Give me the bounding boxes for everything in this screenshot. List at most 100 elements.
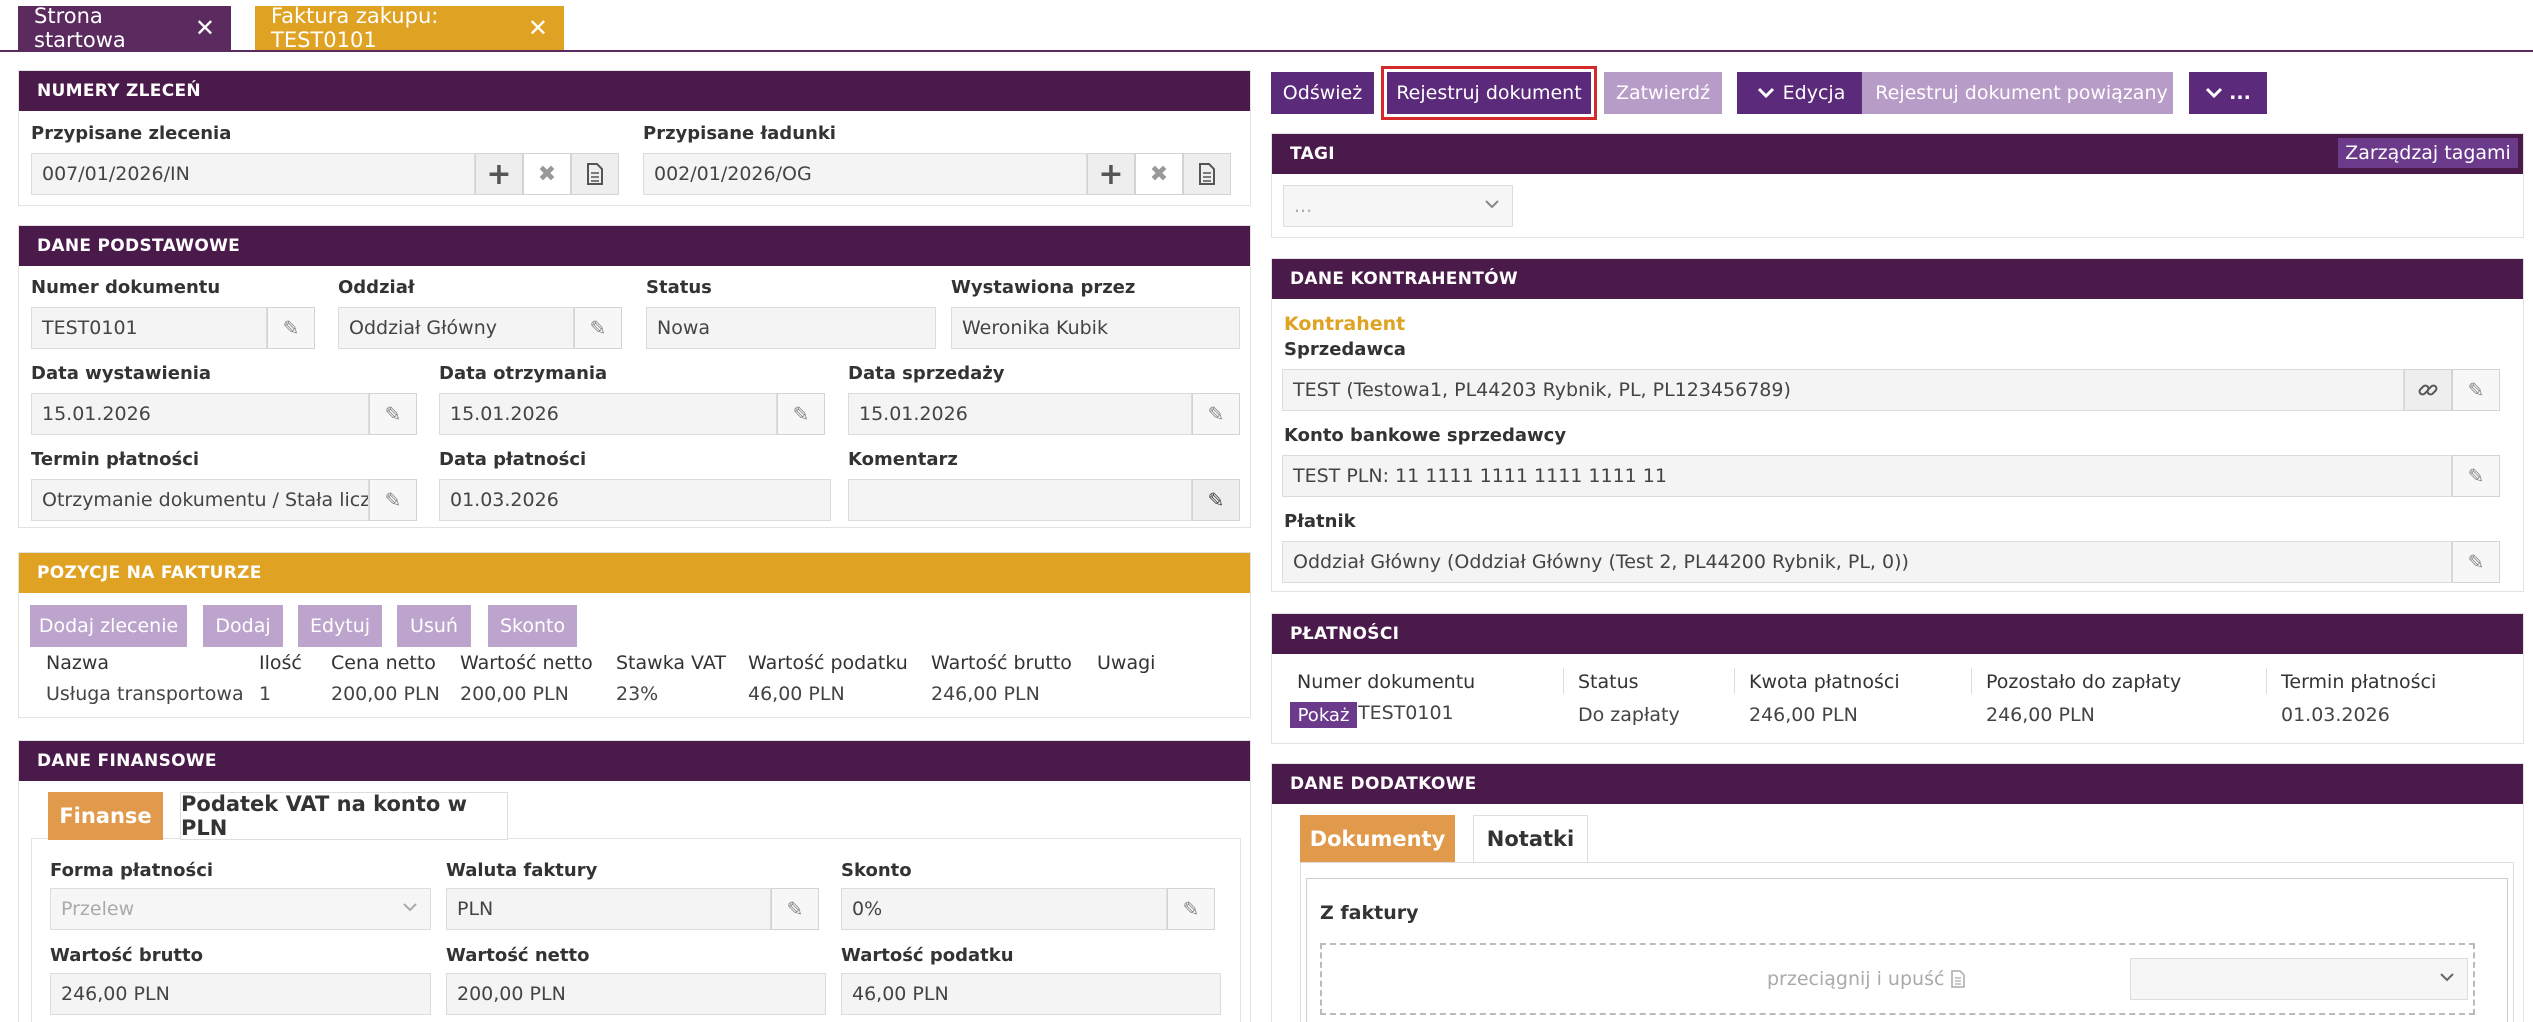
from-invoice-title: Z faktury [1320, 902, 1419, 924]
link-icon[interactable] [2404, 369, 2452, 411]
branch-field[interactable]: Oddział Główny [338, 307, 574, 349]
chevron-down-icon [1757, 87, 1774, 99]
tags-select[interactable]: ... [1283, 185, 1513, 227]
seller-field[interactable]: TEST (Testowa1, PL44203 Rybnik, PL, PL12… [1282, 369, 2404, 411]
payment-form-select[interactable]: Przelew [50, 888, 431, 930]
edit-icon[interactable]: ✎ [771, 888, 819, 930]
issue-date-field[interactable]: 15.01.2026 [31, 393, 369, 435]
receive-date-field[interactable]: 15.01.2026 [439, 393, 777, 435]
edit-icon[interactable]: ✎ [2452, 455, 2500, 497]
currency-field[interactable]: PLN [446, 888, 771, 930]
pay-row-status: Do zapłaty [1578, 704, 1680, 726]
more-menu-button[interactable]: ... [2189, 72, 2267, 114]
col-qty: Ilość [259, 652, 302, 674]
refresh-button[interactable]: Odśwież [1271, 72, 1374, 114]
col-vat-rate: Stawka VAT [616, 652, 726, 674]
payment-term-label: Termin płatności [31, 449, 200, 470]
doc-number-label: Numer dokumentu [31, 277, 221, 298]
table-row-name[interactable]: Usługa transportowa [46, 683, 244, 705]
payer-field[interactable]: Oddział Główny (Oddział Główny (Test 2, … [1282, 541, 2452, 583]
tab-finance[interactable]: Finanse [48, 792, 163, 840]
table-row-net-value: 200,00 PLN [460, 683, 569, 705]
issued-by-field: Weronika Kubik [951, 307, 1240, 349]
pay-row-doc: TEST0101 [1358, 702, 1454, 724]
net-label: Wartość netto [446, 945, 590, 966]
tab-vat[interactable]: Podatek VAT na konto w PLN [180, 792, 508, 840]
assigned-orders-field[interactable]: 007/01/2026/IN [31, 153, 475, 195]
discount-field[interactable]: 0% [841, 888, 1167, 930]
tax-label: Wartość podatku [841, 945, 1014, 966]
edit-icon[interactable]: ✎ [267, 307, 315, 349]
pay-col-divider [1971, 668, 1972, 694]
edit-icon[interactable]: ✎ [1192, 393, 1240, 435]
show-payment-button[interactable]: Pokaż [1290, 702, 1357, 728]
col-net-price: Cena netto [331, 652, 436, 674]
pay-col-doc: Numer dokumentu [1297, 671, 1476, 693]
edit-comment-icon[interactable]: ✎ [1192, 479, 1240, 521]
tags-select-value: ... [1294, 195, 1313, 217]
payment-term-field[interactable]: Otrzymanie dokumentu / Stała liczba [31, 479, 369, 521]
table-row-vat-rate: 23% [616, 683, 659, 705]
edit-icon[interactable]: ✎ [2452, 369, 2500, 411]
comment-field[interactable] [848, 479, 1192, 521]
pay-row-remaining: 246,00 PLN [1986, 704, 2095, 726]
tab-documents[interactable]: Dokumenty [1300, 815, 1455, 863]
register-document-button[interactable]: Rejestruj dokument [1381, 66, 1597, 120]
tab-home[interactable]: Strona startowa ✕ [18, 4, 231, 52]
add-item-button[interactable]: Dodaj [203, 605, 283, 647]
chevron-down-icon [2440, 973, 2454, 982]
discount-item-button[interactable]: Skonto [488, 605, 577, 647]
edit-item-button[interactable]: Edytuj [298, 605, 382, 647]
branch-label: Oddział [338, 277, 415, 298]
tab-invoice[interactable]: Faktura zakupu: TEST0101 ✕ [255, 4, 564, 52]
table-row-qty: 1 [259, 683, 272, 705]
sale-date-field[interactable]: 15.01.2026 [848, 393, 1192, 435]
extra-header: DANE DODATKOWE [1272, 764, 2523, 804]
tab-notes[interactable]: Notatki [1473, 815, 1588, 863]
chevron-down-icon [1485, 200, 1499, 209]
clear-order-button[interactable]: ✖ [523, 153, 571, 195]
edit-icon[interactable]: ✎ [369, 479, 417, 521]
load-document-icon[interactable] [1183, 153, 1231, 195]
seller-label: Sprzedawca [1284, 339, 1406, 360]
edit-icon[interactable]: ✎ [777, 393, 825, 435]
gross-label: Wartość brutto [50, 945, 204, 966]
delete-item-button[interactable]: Usuń [397, 605, 471, 647]
edit-menu-button[interactable]: Edycja [1737, 72, 1865, 114]
edit-menu-label: Edycja [1782, 82, 1846, 104]
tab-invoice-label: Faktura zakupu: TEST0101 [271, 4, 439, 52]
orders-header: NUMERY ZLECEŃ [19, 71, 1250, 111]
tags-header: TAGI [1272, 134, 2523, 174]
col-name: Nazwa [46, 652, 110, 674]
manage-tags-button[interactable]: Zarządzaj tagami [2338, 138, 2518, 168]
assigned-loads-field[interactable]: 002/01/2026/OG [643, 153, 1087, 195]
add-load-button[interactable]: + [1087, 153, 1135, 195]
currency-label: Waluta faktury [446, 860, 598, 881]
clear-load-button[interactable]: ✖ [1135, 153, 1183, 195]
order-document-icon[interactable] [571, 153, 619, 195]
add-order-item-button[interactable]: Dodaj zlecenie [30, 605, 187, 647]
approve-button[interactable]: Zatwierdź [1604, 72, 1722, 114]
payment-form-value: Przelew [61, 898, 135, 920]
gross-field: 246,00 PLN [50, 973, 431, 1015]
tab-home-label: Strona startowa [34, 4, 126, 52]
register-related-label: Rejestruj dokument powiązany [1875, 82, 2168, 104]
edit-icon[interactable]: ✎ [1167, 888, 1215, 930]
add-order-button[interactable]: + [475, 153, 523, 195]
payer-label: Płatnik [1284, 511, 1356, 532]
table-row-gross-value: 246,00 PLN [931, 683, 1040, 705]
close-icon[interactable]: ✕ [195, 14, 215, 42]
document-type-select[interactable] [2130, 958, 2468, 1000]
edit-icon[interactable]: ✎ [2452, 541, 2500, 583]
register-related-button[interactable]: Rejestruj dokument powiązany [1862, 72, 2173, 114]
status-field: Nowa [646, 307, 936, 349]
dropzone-text: przeciągnij i upuść [1767, 968, 1945, 990]
doc-number-field[interactable]: TEST0101 [31, 307, 267, 349]
payment-date-field[interactable]: 01.03.2026 [439, 479, 831, 521]
edit-icon[interactable]: ✎ [369, 393, 417, 435]
close-icon[interactable]: ✕ [528, 14, 548, 42]
edit-icon[interactable]: ✎ [574, 307, 622, 349]
pay-col-divider [1563, 668, 1564, 694]
pay-row-amount: 246,00 PLN [1749, 704, 1858, 726]
bank-account-field[interactable]: TEST PLN: 11 1111 1111 1111 1111 11 [1282, 455, 2452, 497]
